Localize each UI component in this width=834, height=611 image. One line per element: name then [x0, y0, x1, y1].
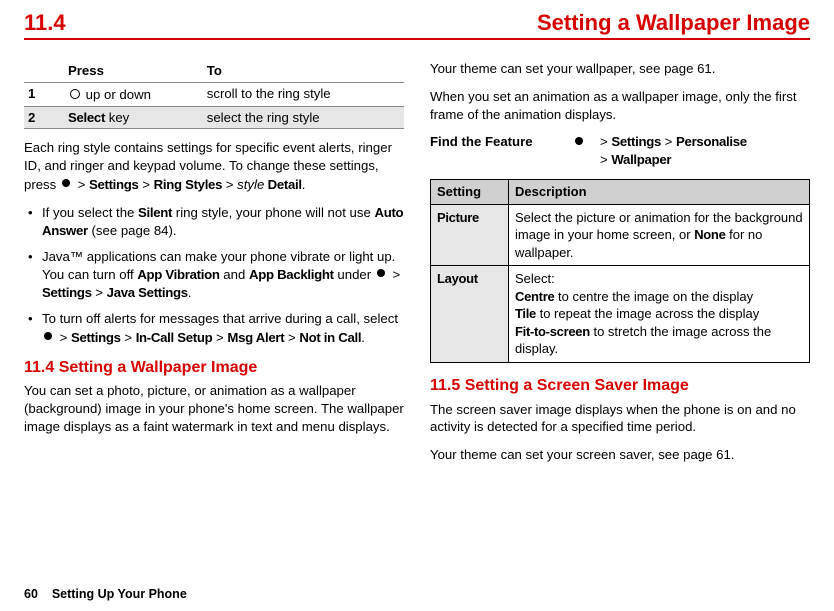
menu-fit-to-screen: Fit-to-screen [515, 324, 590, 339]
text: . [361, 330, 365, 345]
row-to: scroll to the ring style [203, 82, 404, 106]
nav-center-icon [42, 330, 56, 344]
page-footer: 60 Setting Up Your Phone [24, 587, 187, 601]
sep: > [121, 330, 136, 345]
nav-center-icon [573, 135, 587, 149]
row-press-suffix: key [105, 110, 129, 125]
settings-table: Setting Description Picture Select the p… [430, 179, 810, 363]
menu-detail: Detail [264, 177, 301, 192]
paragraph: When you set an animation as a wallpaper… [430, 88, 810, 124]
page-header: 11.4 Setting a Wallpaper Image [24, 10, 810, 40]
section-number: 11.4 [24, 10, 66, 36]
style-word: style [237, 177, 264, 192]
text: Select: [515, 271, 555, 286]
paragraph: Your theme can set your screen saver, se… [430, 446, 810, 464]
select-key-label: Select [68, 110, 105, 125]
row-press-text: up or down [86, 87, 151, 102]
setting-layout: Layout [437, 271, 478, 286]
menu-tile: Tile [515, 306, 536, 321]
press-to-table: Press To 1 up or down scroll to the ring… [24, 60, 404, 129]
menu-settings: Settings [89, 177, 139, 192]
ftf-path: > Settings > Personalise > Wallpaper [600, 133, 810, 169]
menu-wallpaper: Wallpaper [611, 152, 671, 167]
setting-picture: Picture [437, 210, 479, 225]
row-num: 2 [28, 110, 35, 125]
text: to centre the image on the display [554, 289, 753, 304]
sep: > [600, 152, 611, 167]
sep: > [212, 330, 227, 345]
paragraph: The screen saver image displays when the… [430, 401, 810, 437]
menu-not-in-call: Not in Call [299, 330, 361, 345]
menu-settings: Settings [71, 330, 121, 345]
right-column: Your theme can set your wallpaper, see p… [430, 60, 810, 474]
paragraph: Each ring style contains settings for sp… [24, 139, 404, 193]
bullet-list: If you select the Silent ring style, you… [24, 204, 404, 347]
row-to: select the ring style [203, 106, 404, 129]
desc-cell: Select the picture or animation for the … [509, 204, 810, 266]
text: . [188, 285, 192, 300]
menu-none: None [694, 227, 725, 242]
text: under [334, 267, 375, 282]
col-setting: Setting [431, 180, 509, 205]
table-row: Layout Select: Centre to centre the imag… [431, 266, 810, 363]
ftf-icon-cell [560, 133, 600, 152]
menu-personalise: Personalise [676, 134, 747, 149]
menu-settings: Settings [611, 134, 661, 149]
sep: > [56, 330, 71, 345]
text: to repeat the image across the display [536, 306, 759, 321]
sep: > [139, 177, 154, 192]
text: To turn off alerts for messages that arr… [42, 311, 398, 326]
subsection-title: 11.4 Setting a Wallpaper Image [24, 357, 404, 379]
menu-silent: Silent [138, 205, 172, 220]
sep: > [222, 177, 237, 192]
menu-app-backlight: App Backlight [249, 267, 334, 282]
nav-updown-icon [68, 87, 82, 101]
nav-center-icon [60, 177, 74, 191]
list-item: If you select the Silent ring style, you… [24, 204, 404, 240]
subsection-title: 11.5 Setting a Screen Saver Image [430, 375, 810, 397]
sep: > [74, 177, 89, 192]
para-end: . [302, 177, 306, 192]
sep: > [600, 134, 611, 149]
table-row: 1 up or down scroll to the ring style [24, 82, 404, 106]
text: and [220, 267, 249, 282]
menu-java-settings: Java Settings [107, 285, 188, 300]
find-the-feature: Find the Feature > Settings > Personalis… [430, 133, 810, 169]
col-blank [24, 60, 64, 82]
section-title: Setting a Wallpaper Image [537, 10, 810, 36]
row-press: up or down [64, 82, 203, 106]
left-column: Press To 1 up or down scroll to the ring… [24, 60, 404, 474]
table-row: Picture Select the picture or animation … [431, 204, 810, 266]
sep: > [284, 330, 299, 345]
list-item: Java™ applications can make your phone v… [24, 248, 404, 302]
sep: > [389, 267, 400, 282]
sep: > [92, 285, 107, 300]
page: 11.4 Setting a Wallpaper Image Press To … [0, 0, 834, 611]
row-press: Select key [64, 106, 203, 129]
list-item: To turn off alerts for messages that arr… [24, 310, 404, 347]
text: If you select the [42, 205, 138, 220]
col-description: Description [509, 180, 810, 205]
desc-cell: Select: Centre to centre the image on th… [509, 266, 810, 363]
col-press: Press [64, 60, 203, 82]
text: ring style, your phone will not use [172, 205, 374, 220]
columns: Press To 1 up or down scroll to the ring… [24, 60, 810, 474]
menu-settings: Settings [42, 285, 92, 300]
menu-ring-styles: Ring Styles [154, 177, 223, 192]
menu-centre: Centre [515, 289, 554, 304]
footer-text: Setting Up Your Phone [52, 587, 187, 601]
menu-in-call-setup: In-Call Setup [136, 330, 213, 345]
sep: > [665, 134, 676, 149]
menu-msg-alert: Msg Alert [227, 330, 284, 345]
row-num: 1 [28, 86, 35, 101]
page-number: 60 [24, 587, 38, 601]
col-to: To [203, 60, 404, 82]
nav-center-icon [375, 267, 389, 281]
text: (see page 84). [88, 223, 177, 238]
ftf-label: Find the Feature [430, 133, 560, 151]
table-row: 2 Select key select the ring style [24, 106, 404, 129]
menu-app-vibration: App Vibration [137, 267, 219, 282]
paragraph: Your theme can set your wallpaper, see p… [430, 60, 810, 78]
paragraph: You can set a photo, picture, or animati… [24, 382, 404, 435]
